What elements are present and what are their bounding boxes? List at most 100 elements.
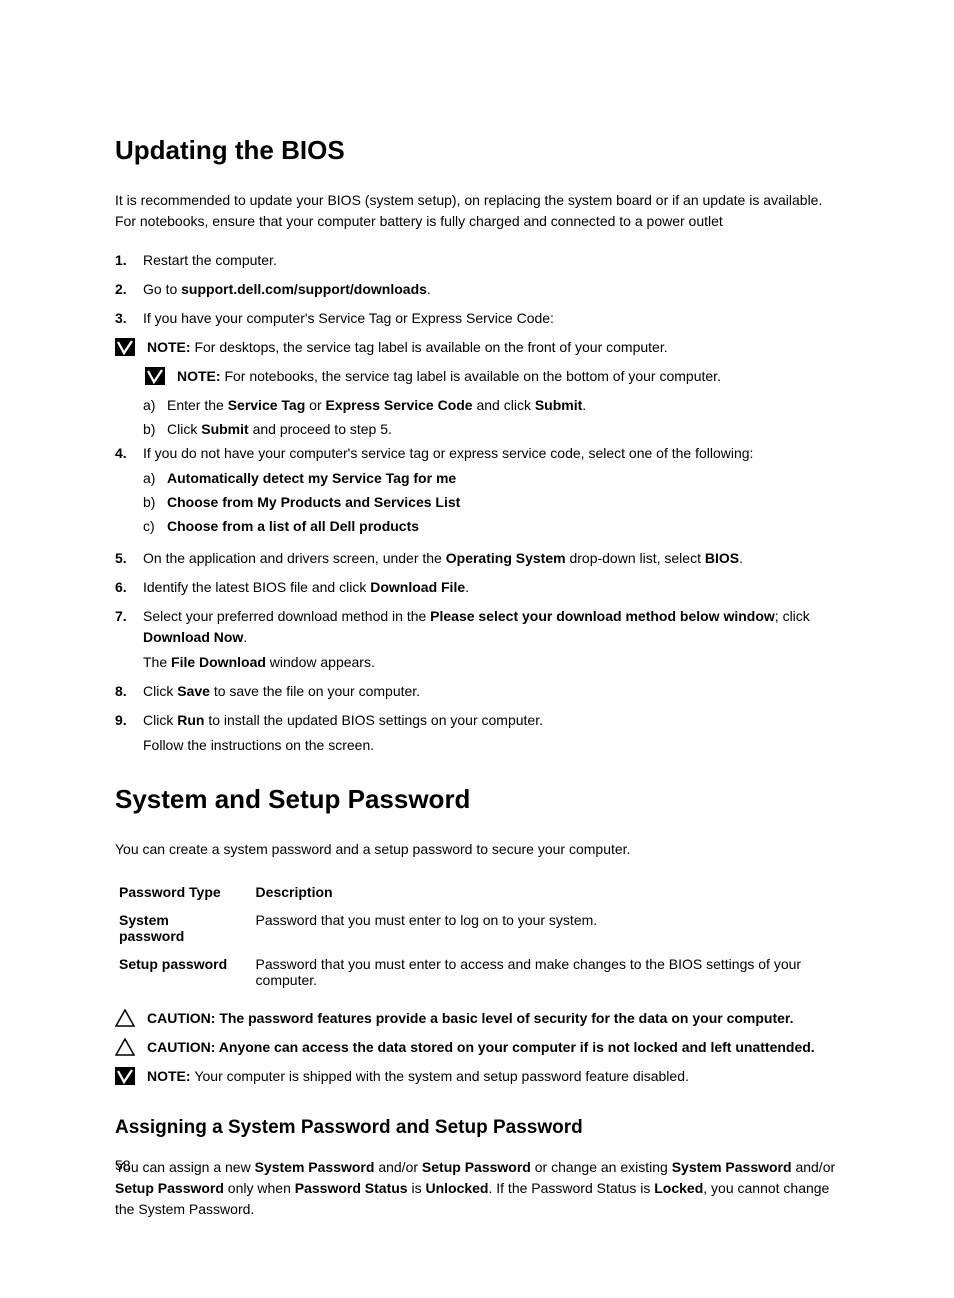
text: Click — [167, 421, 201, 437]
sub-list-item: b) Choose from My Products and Services … — [143, 492, 839, 513]
text: or — [305, 397, 325, 413]
note-icon — [115, 338, 135, 356]
list-number: 5. — [115, 548, 143, 569]
table-cell: Setup password — [115, 950, 252, 994]
bold-text: Download File — [370, 579, 465, 595]
list-item: 9. Click Run to install the updated BIOS… — [115, 710, 839, 756]
text: . — [243, 629, 247, 645]
list-item: 7. Select your preferred download method… — [115, 606, 839, 673]
list-content: Select your preferred download method in… — [143, 606, 839, 673]
text: to save the file on your computer. — [210, 683, 420, 699]
text: only when — [224, 1180, 295, 1196]
text: is — [408, 1180, 426, 1196]
note-text: NOTE: Your computer is shipped with the … — [147, 1066, 839, 1087]
bold-text: Unlocked — [425, 1180, 488, 1196]
follow-text: Follow the instructions on the screen. — [143, 735, 839, 756]
list-item: 2. Go to support.dell.com/support/downlo… — [115, 279, 839, 300]
caution-text: CAUTION: The password features provide a… — [147, 1008, 839, 1029]
caution-block: CAUTION: The password features provide a… — [115, 1008, 839, 1029]
list-letter: b) — [143, 492, 167, 513]
bold-text: Operating System — [446, 550, 566, 566]
note-icon — [115, 1067, 135, 1085]
bold-text: Submit — [201, 421, 248, 437]
list-letter: b) — [143, 419, 167, 440]
list-letter: a) — [143, 395, 167, 416]
note-text: NOTE: For notebooks, the service tag lab… — [177, 366, 839, 387]
text: . — [582, 397, 586, 413]
note-block: NOTE: Your computer is shipped with the … — [115, 1066, 839, 1087]
list-content: Restart the computer. — [143, 250, 839, 271]
list-number: 1. — [115, 250, 143, 271]
follow-text: The File Download window appears. — [143, 652, 839, 673]
bold-text: File Download — [171, 654, 266, 670]
table-row: Setup password Password that you must en… — [115, 950, 839, 994]
list-content: On the application and drivers screen, u… — [143, 548, 839, 569]
text: window appears. — [266, 654, 375, 670]
sub-list-item: a) Automatically detect my Service Tag f… — [143, 468, 839, 489]
bold-text: System Password — [255, 1159, 375, 1175]
sub-list-item: a) Enter the Service Tag or Express Serv… — [143, 395, 839, 416]
list-number: 3. — [115, 308, 143, 329]
text: to install the updated BIOS settings on … — [204, 712, 543, 728]
text: Click — [143, 683, 177, 699]
body-paragraph: You can assign a new System Password and… — [115, 1157, 839, 1220]
table-cell: Password that you must enter to access a… — [252, 950, 839, 994]
caution-block: CAUTION: Anyone can access the data stor… — [115, 1037, 839, 1058]
list-content: If you have your computer's Service Tag … — [143, 308, 839, 329]
list-number: 4. — [115, 443, 143, 464]
list-item: 5. On the application and drivers screen… — [115, 548, 839, 569]
list-content: Go to support.dell.com/support/downloads… — [143, 279, 839, 300]
list-number: 9. — [115, 710, 143, 731]
note-label: NOTE: — [147, 339, 194, 355]
sub-list-item: b) Click Submit and proceed to step 5. — [143, 419, 839, 440]
table-cell: System password — [115, 906, 252, 950]
note-text: NOTE: For desktops, the service tag labe… — [147, 337, 839, 358]
text: Enter the — [167, 397, 228, 413]
list-item: 6. Identify the latest BIOS file and cli… — [115, 577, 839, 598]
bold-text: BIOS — [705, 550, 739, 566]
bold-text: System Password — [672, 1159, 792, 1175]
document-page: Updating the BIOS It is recommended to u… — [0, 0, 954, 1298]
table-header: Password Type — [115, 878, 252, 906]
list-number: 8. — [115, 681, 143, 702]
text: Click — [143, 712, 177, 728]
page-number: 58 — [115, 1157, 131, 1173]
sub-content: Enter the Service Tag or Express Service… — [167, 395, 839, 416]
text: . — [427, 281, 431, 297]
section-heading-system-setup-password: System and Setup Password — [115, 784, 839, 815]
text: You can assign a new — [115, 1159, 255, 1175]
text: Go to — [143, 281, 181, 297]
sub-content: Choose from a list of all Dell products — [167, 516, 839, 537]
list-item: 8. Click Save to save the file on your c… — [115, 681, 839, 702]
section-heading-updating-bios: Updating the BIOS — [115, 135, 839, 166]
text: Your computer is shipped with the system… — [194, 1068, 688, 1084]
note-label: NOTE: — [147, 1068, 194, 1084]
sub-list: a) Automatically detect my Service Tag f… — [143, 468, 839, 537]
list-item: 1. Restart the computer. — [115, 250, 839, 271]
list-letter: a) — [143, 468, 167, 489]
bold-text: Download Now — [143, 629, 243, 645]
bold-text: support.dell.com/support/downloads — [181, 281, 427, 297]
bold-text: Save — [177, 683, 210, 699]
caution-icon — [115, 1038, 135, 1056]
text: For desktops, the service tag label is a… — [194, 339, 667, 355]
ordered-list: 1. Restart the computer. 2. Go to suppor… — [115, 250, 839, 756]
bold-text: Express Service Code — [326, 397, 473, 413]
list-number: 2. — [115, 279, 143, 300]
list-content: Click Save to save the file on your comp… — [143, 681, 839, 702]
list-content: If you do not have your computer's servi… — [143, 443, 839, 540]
intro-paragraph: You can create a system password and a s… — [115, 839, 839, 860]
list-content: Identify the latest BIOS file and click … — [143, 577, 839, 598]
list-item: 4. If you do not have your computer's se… — [115, 443, 839, 540]
list-number: 7. — [115, 606, 143, 627]
text: and/or — [374, 1159, 421, 1175]
caution-text: CAUTION: Anyone can access the data stor… — [147, 1037, 839, 1058]
note-label: NOTE: — [177, 368, 224, 384]
bold-text: Run — [177, 712, 204, 728]
text: and click — [473, 397, 535, 413]
text: and proceed to step 5. — [249, 421, 392, 437]
caution-icon — [115, 1009, 135, 1027]
text: Select your preferred download method in… — [143, 608, 430, 624]
text: and/or — [792, 1159, 836, 1175]
sub-list-item: c) Choose from a list of all Dell produc… — [143, 516, 839, 537]
